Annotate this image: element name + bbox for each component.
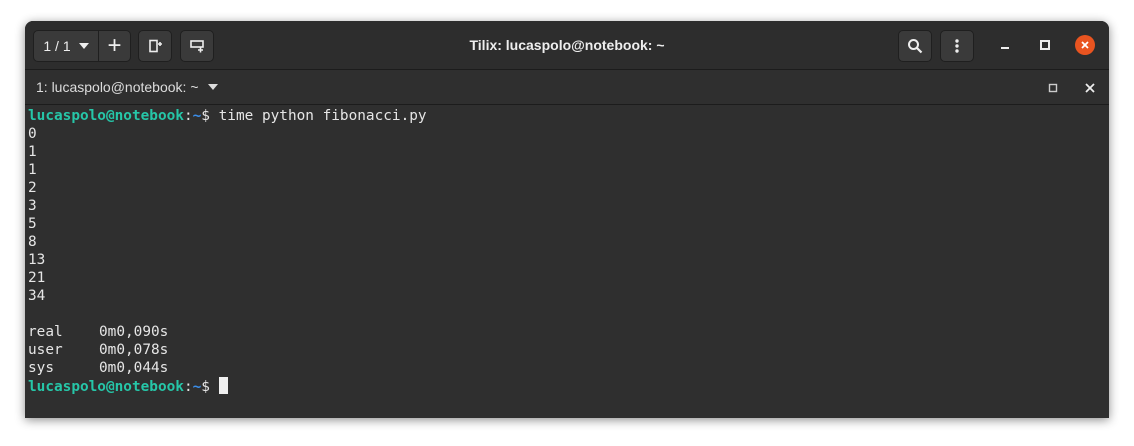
timing-value: 0m0,044s: [99, 360, 169, 376]
prompt-symbol: $: [201, 108, 210, 124]
maximize-button[interactable]: [1035, 35, 1055, 55]
close-button[interactable]: [1075, 35, 1095, 55]
search-button[interactable]: [898, 30, 932, 62]
close-icon: [1075, 35, 1095, 55]
output-line: 0: [28, 126, 37, 142]
maximize-icon: [1040, 40, 1050, 50]
timing-line-sys: sys 0m0,044s: [28, 359, 168, 377]
output-line: 13: [28, 252, 46, 268]
output-line: 1: [28, 162, 37, 178]
maximize-icon: [1048, 83, 1058, 93]
command-line: lucaspolo@notebook:~$ time python fibona…: [28, 107, 427, 125]
prompt-directory: ~: [192, 379, 202, 395]
header-bar: 1 / 1 + Tilix: lucaspolo@notebook: ~: [25, 21, 1109, 70]
timing-label: user: [28, 342, 63, 358]
output-line: 3: [28, 198, 37, 214]
close-icon: [1085, 83, 1095, 93]
timing-line-user: user 0m0,078s: [28, 341, 168, 359]
prompt-user: lucaspolo@notebook: [28, 108, 184, 124]
minimize-icon: [1001, 47, 1009, 49]
prompt-directory: ~: [192, 108, 202, 124]
terminal-title-dropdown[interactable]: 1: lucaspolo@notebook: ~: [36, 70, 218, 104]
terminal-output[interactable]: lucaspolo@notebook:~$ time python fibona…: [25, 105, 1109, 418]
search-icon: [908, 39, 923, 54]
chevron-down-icon: [207, 84, 218, 90]
timing-label: real: [28, 324, 63, 340]
prompt-user: lucaspolo@notebook: [28, 379, 184, 395]
vertical-ellipsis-icon: [955, 39, 959, 53]
timing-label: sys: [28, 360, 54, 376]
terminal-close-button[interactable]: [1084, 81, 1096, 93]
output-line: 2: [28, 180, 37, 196]
command-text: time python fibonacci.py: [209, 108, 427, 124]
prompt-separator: :: [183, 379, 193, 395]
output-line: 5: [28, 216, 37, 232]
prompt-symbol: $: [201, 379, 210, 395]
minimize-button[interactable]: [995, 35, 1015, 55]
menu-button[interactable]: [940, 30, 974, 62]
timing-value: 0m0,090s: [99, 324, 169, 340]
timing-value: 0m0,078s: [99, 342, 169, 358]
terminal-window: 1 / 1 + Tilix: lucaspolo@notebook: ~ 1: …: [25, 21, 1109, 418]
output-line: 34: [28, 288, 46, 304]
output-line: 1: [28, 144, 37, 160]
timing-line-real: real 0m0,090s: [28, 323, 168, 341]
terminal-maximize-button[interactable]: [1047, 81, 1059, 93]
prompt-line: lucaspolo@notebook:~$: [28, 377, 228, 395]
prompt-separator: :: [183, 108, 193, 124]
terminal-tab-bar: 1: lucaspolo@notebook: ~: [25, 70, 1109, 105]
output-line: 21: [28, 270, 46, 286]
terminal-title-label: 1: lucaspolo@notebook: ~: [36, 79, 199, 95]
terminal-cursor: [218, 377, 228, 394]
output-line: 8: [28, 234, 37, 250]
